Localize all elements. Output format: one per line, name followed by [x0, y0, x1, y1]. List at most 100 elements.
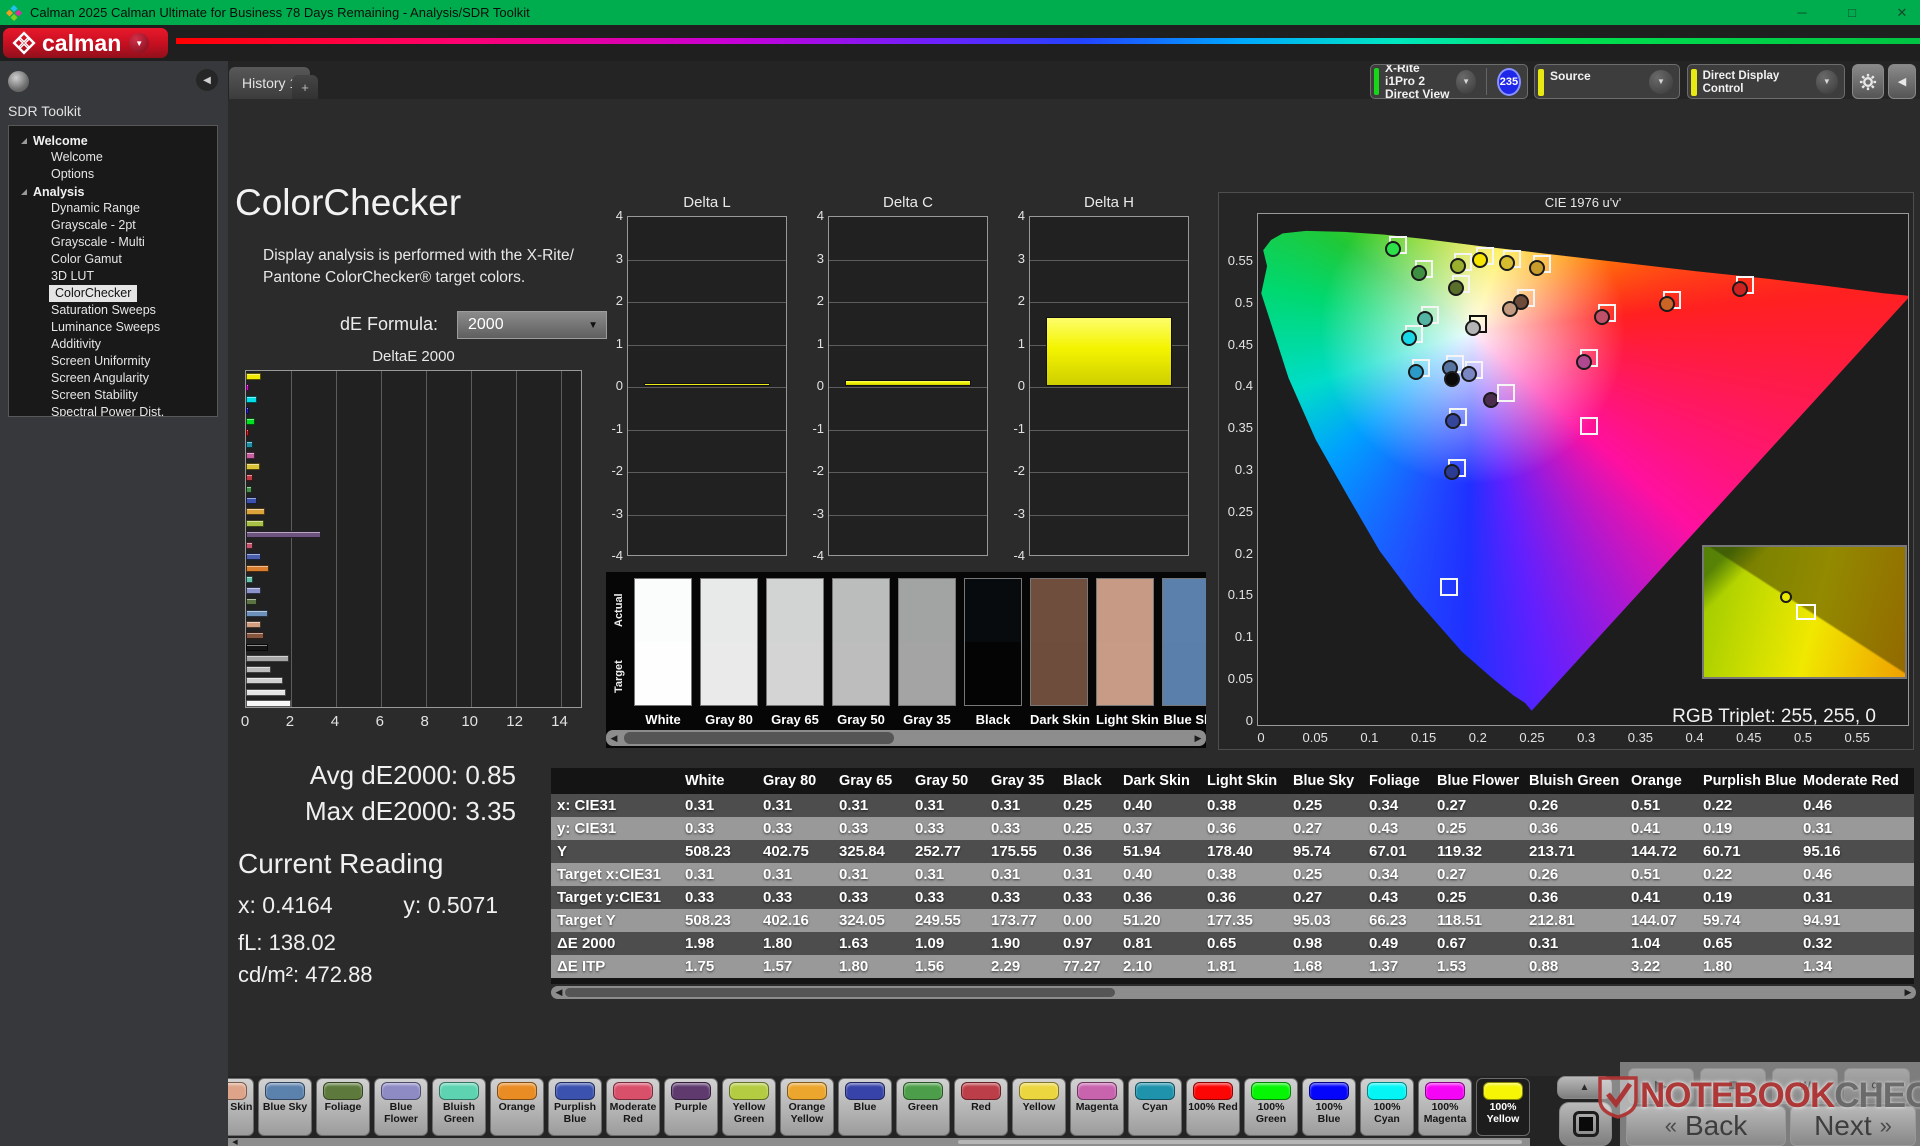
sidebar-item-additivity[interactable]: Additivity [9, 336, 217, 353]
patch-button-cyan[interactable]: Cyan [1128, 1078, 1182, 1136]
table-scrollbar[interactable]: ◀ ▶ [551, 986, 1916, 999]
stop-measure-button[interactable] [1559, 1102, 1612, 1146]
swatch-actual [767, 579, 823, 642]
tree-group-analysis[interactable]: Analysis [9, 183, 217, 200]
sidebar-item-saturation-sweeps[interactable]: Saturation Sweeps [9, 302, 217, 319]
sidebar-collapse-button[interactable]: ◀ [196, 69, 218, 91]
scroll-right-icon[interactable]: ▶ [1900, 986, 1916, 999]
sidebar-item-3d-lut[interactable]: 3D LUT [9, 268, 217, 285]
display-control-chevron-down-icon[interactable]: ▼ [1815, 69, 1838, 94]
measured-point-100-yellow [1472, 252, 1488, 268]
add-tab-button[interactable]: + [292, 75, 318, 99]
x-tick-label: 0.25 [1519, 730, 1545, 745]
swatch-light-skin[interactable] [1096, 578, 1154, 706]
patch-button-red[interactable]: Red [954, 1078, 1008, 1136]
meter-dropdown[interactable]: X-Rite i1Pro 2 Direct View ▼ 235 [1370, 64, 1528, 99]
patch-button-yellow-green[interactable]: Yellow Green [722, 1078, 776, 1136]
table-cell: 324.05 [833, 909, 909, 932]
measured-point-100-green [1385, 241, 1401, 257]
meter-chevron-down-icon[interactable]: ▼ [1456, 69, 1477, 94]
close-icon[interactable]: ✕ [1894, 5, 1910, 21]
patch-button-100-magenta[interactable]: 100% Magenta [1418, 1078, 1472, 1136]
patch-button-100-green[interactable]: 100% Green [1244, 1078, 1298, 1136]
settings-button[interactable] [1852, 64, 1884, 99]
table-cell: 0.46 [1797, 794, 1914, 817]
sidebar-item-color-gamut[interactable]: Color Gamut [9, 251, 217, 268]
patch-button-yellow[interactable]: Yellow [1012, 1078, 1066, 1136]
sidebar-item-dynamic-range[interactable]: Dynamic Range [9, 200, 217, 217]
swatch-blue-sky[interactable] [1162, 578, 1206, 706]
stop-button[interactable]: ■ [1700, 1068, 1766, 1104]
patch-button-green[interactable]: Green [896, 1078, 950, 1136]
patch-button-100-red[interactable]: 100% Red [1186, 1078, 1240, 1136]
cie-chart-title: CIE 1976 u'v' [1544, 195, 1622, 210]
patch-button-100-yellow[interactable]: 100% Yellow [1476, 1078, 1530, 1136]
patch-button-blue-flower[interactable]: Blue Flower [374, 1078, 428, 1136]
patch-button-foliage[interactable]: Foliage [316, 1078, 370, 1136]
display-control-dropdown[interactable]: Direct Display Control ▼ [1687, 64, 1845, 99]
toolkit-title: SDR Toolkit [8, 103, 81, 119]
play-button[interactable]: ▶ [1628, 1068, 1694, 1104]
patch-button-moderate-red[interactable]: Moderate Red [606, 1078, 660, 1136]
sidebar-status-dot-icon[interactable] [8, 71, 29, 92]
sidebar-item-screen-angularity[interactable]: Screen Angularity [9, 370, 217, 387]
de-bar-foliage [246, 598, 257, 606]
patch-label: Blue [853, 1101, 877, 1113]
sidebar-item-grayscale-multi[interactable]: Grayscale - Multi [9, 234, 217, 251]
avg-de2000-value: 0.85 [465, 760, 516, 790]
minimize-icon[interactable]: ─ [1794, 5, 1810, 20]
de-formula-select[interactable]: 2000 ▼ [457, 311, 607, 339]
cdm2-readout: cd/m²: 472.88 [238, 962, 373, 987]
patch-button-purple[interactable]: Purple [664, 1078, 718, 1136]
patch-button-purplish-blue[interactable]: Purplish Blue [548, 1078, 602, 1136]
swatch-gray-80[interactable] [700, 578, 758, 706]
sidebar-item-welcome[interactable]: Welcome [9, 149, 217, 166]
sidebar-item-colorchecker[interactable]: ColorChecker [49, 285, 138, 302]
patch-button-100-cyan[interactable]: 100% Cyan [1360, 1078, 1414, 1136]
calman-menu-button[interactable]: calman ▼ [3, 28, 168, 58]
swatch-black[interactable] [964, 578, 1022, 706]
swatch-gray-35[interactable] [898, 578, 956, 706]
scroll-left-icon[interactable]: ◀ [606, 730, 622, 746]
sidebar-item-screen-uniformity[interactable]: Screen Uniformity [9, 353, 217, 370]
swatch-scrollbar[interactable]: ◀ ▶ [606, 730, 1206, 746]
strip-collapse-button[interactable]: ▲ [1557, 1076, 1612, 1099]
back-button[interactable]: « Back [1626, 1106, 1786, 1146]
swatch-scroll-thumb[interactable] [624, 732, 894, 744]
swatch-gray-65[interactable] [766, 578, 824, 706]
measured-point-100-cyan [1401, 330, 1417, 346]
sidebar-item-grayscale-2pt[interactable]: Grayscale - 2pt [9, 217, 217, 234]
patch-button-orange-yellow[interactable]: Orange Yellow [780, 1078, 834, 1136]
scroll-right-icon[interactable]: ▶ [1190, 730, 1206, 746]
source-dropdown[interactable]: Source ▼ [1534, 64, 1680, 99]
loop-button[interactable]: ∞ [1844, 1068, 1910, 1104]
swatch-gray-50[interactable] [832, 578, 890, 706]
table-cell: 0.33 [833, 817, 909, 840]
swatch-white[interactable] [634, 578, 692, 706]
source-chevron-down-icon[interactable]: ▼ [1649, 69, 1673, 94]
maximize-icon[interactable]: □ [1844, 5, 1860, 20]
patch-strip-scroll-thumb[interactable] [958, 1140, 1522, 1144]
patch-button-blue[interactable]: Blue [838, 1078, 892, 1136]
meter-count-badge[interactable]: 235 [1496, 67, 1521, 96]
sidebar-item-options[interactable]: Options [9, 166, 217, 183]
sidebar-item-spectral-power-dist[interactable]: Spectral Power Dist. [9, 404, 217, 416]
patch-button-magenta[interactable]: Magenta [1070, 1078, 1124, 1136]
patch-button-blue-sky[interactable]: Blue Sky [258, 1078, 312, 1136]
sidebar-item-luminance-sweeps[interactable]: Luminance Sweeps [9, 319, 217, 336]
patch-button-light-skin[interactable]: Light Skin [228, 1078, 254, 1136]
column-header-moderate-red: Moderate Red [1797, 768, 1914, 794]
patch-button-100-blue[interactable]: 100% Blue [1302, 1078, 1356, 1136]
scroll-left-icon[interactable]: ◀ [228, 1138, 242, 1146]
tree-group-welcome[interactable]: Welcome [9, 132, 217, 149]
patch-button-bluish-green[interactable]: Bluish Green [432, 1078, 486, 1136]
next-button[interactable]: Next » [1790, 1106, 1916, 1146]
patch-button-orange[interactable]: Orange [490, 1078, 544, 1136]
patch-color-chip [1309, 1082, 1349, 1100]
sidebar-item-screen-stability[interactable]: Screen Stability [9, 387, 217, 404]
window-button[interactable]: w [1772, 1068, 1838, 1104]
table-scroll-thumb[interactable] [565, 988, 1115, 997]
swatch-dark-skin[interactable] [1030, 578, 1088, 706]
patch-strip-scrollbar[interactable]: ◀ [228, 1138, 1530, 1146]
collapse-panel-button[interactable]: ◀ [1888, 64, 1916, 99]
